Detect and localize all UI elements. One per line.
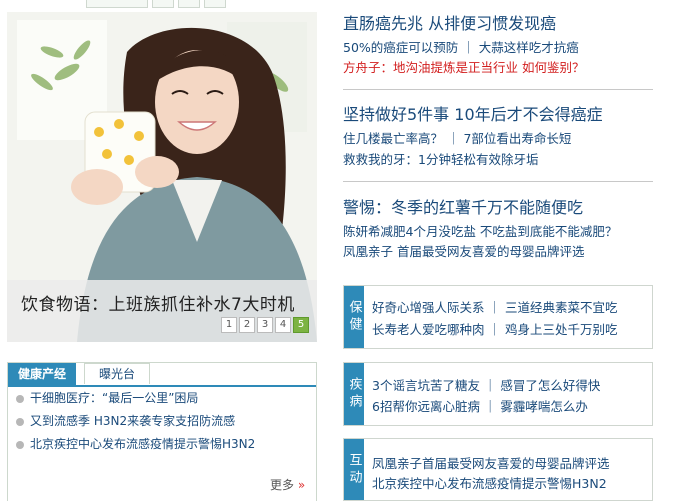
category-row[interactable]: 北京疾控中心发布流感疫情提示警惕H3N2 — [372, 473, 607, 492]
divider — [343, 181, 653, 182]
category-row[interactable]: 6招帮你远离心脏病 ｜ 雾霾哮喘怎么办 — [372, 396, 588, 415]
category-box-interactive: 互动 凤凰亲子首届最受网友喜爱的母婴品牌评选 北京疾控中心发布流感疫情提示警惕H… — [343, 438, 653, 501]
slide-caption[interactable]: 饮食物语：上班族抓住补水7大时机 — [21, 290, 295, 315]
news-link[interactable]: 救救我的牙：1分钟轻松有效除牙垢 — [343, 149, 538, 168]
category-row[interactable]: 长寿老人爱吃哪种肉 ｜ 鸡身上三处千万别吃 — [372, 319, 617, 338]
slide-page-1[interactable]: 1 — [221, 317, 237, 333]
headline-link[interactable]: 直肠癌先兆 从排便习惯发现癌 — [343, 10, 556, 34]
news-link[interactable]: 凤凰亲子 首届最受网友喜爱的母婴品牌评选 — [343, 241, 584, 260]
tab-news-list: 干细胞医疗：“最后一公里”困局 又到流感季 H3N2来袭专家支招防流感 北京疾控… — [8, 387, 316, 456]
toolbar-button[interactable] — [152, 0, 174, 8]
news-link[interactable]: 50%的癌症可以预防 ｜ 大蒜这样吃才抗癌 — [343, 37, 579, 56]
slide-page-2[interactable]: 2 — [239, 317, 255, 333]
category-box-disease: 疾病 3个谣言坑苦了糖友 ｜ 感冒了怎么好得快 6招帮你远离心脏病 ｜ 雾霾哮喘… — [343, 362, 653, 426]
news-link[interactable]: 方舟子：地沟油提炼是正当行业 如何鉴别？ — [343, 57, 584, 76]
more-link[interactable]: 更多 » — [270, 476, 305, 493]
list-item[interactable]: 干细胞医疗：“最后一公里”困局 — [8, 387, 316, 410]
news-link[interactable]: 陈妍希减肥4个月没吃盐 不吃盐到底能不能减肥？ — [343, 221, 617, 240]
more-arrow-icon: » — [297, 478, 306, 492]
featured-slideshow[interactable]: 饮食物语：上班族抓住补水7大时机 1 2 3 4 5 — [7, 12, 317, 342]
category-label[interactable]: 互动 — [344, 439, 364, 500]
category-row[interactable]: 凤凰亲子首届最受网友喜爱的母婴品牌评选 — [372, 453, 610, 472]
tab-health-industry[interactable]: 健康产经 — [8, 363, 76, 385]
industry-tab-box: 健康产经 曝光台 干细胞医疗：“最后一公里”困局 又到流感季 H3N2来袭专家支… — [7, 362, 317, 501]
list-item[interactable]: 又到流感季 H3N2来袭专家支招防流感 — [8, 410, 316, 433]
tab-exposure[interactable]: 曝光台 — [84, 363, 150, 384]
slide-pager: 1 2 3 4 5 — [221, 317, 309, 333]
list-item[interactable]: 北京疾控中心发布流感疫情提示警惕H3N2 — [8, 433, 316, 456]
slide-page-4[interactable]: 4 — [275, 317, 291, 333]
slide-page-5[interactable]: 5 — [293, 317, 309, 333]
slide-page-3[interactable]: 3 — [257, 317, 273, 333]
category-row[interactable]: 好奇心增强人际关系 ｜ 三道经典素菜不宜吃 — [372, 297, 617, 316]
category-box-health: 保健 好奇心增强人际关系 ｜ 三道经典素菜不宜吃 长寿老人爱吃哪种肉 ｜ 鸡身上… — [343, 285, 653, 349]
category-label[interactable]: 疾病 — [344, 363, 364, 425]
headline-link[interactable]: 警惕：冬季的红薯千万不能随便吃 — [343, 194, 583, 218]
category-label[interactable]: 保健 — [344, 286, 364, 348]
top-toolbar — [86, 0, 276, 8]
divider — [343, 89, 653, 90]
category-row[interactable]: 3个谣言坑苦了糖友 ｜ 感冒了怎么好得快 — [372, 375, 600, 394]
tab-bar: 健康产经 曝光台 — [8, 363, 316, 387]
toolbar-button[interactable] — [204, 0, 226, 8]
news-link[interactable]: 住几楼最亡率高？ ｜ 7部位看出寿命长短 — [343, 128, 571, 147]
headline-link[interactable]: 坚持做好5件事 10年后才不会得癌症 — [343, 101, 603, 125]
more-label: 更多 — [270, 478, 295, 492]
toolbar-button[interactable] — [178, 0, 200, 8]
toolbar-button[interactable] — [86, 0, 148, 8]
